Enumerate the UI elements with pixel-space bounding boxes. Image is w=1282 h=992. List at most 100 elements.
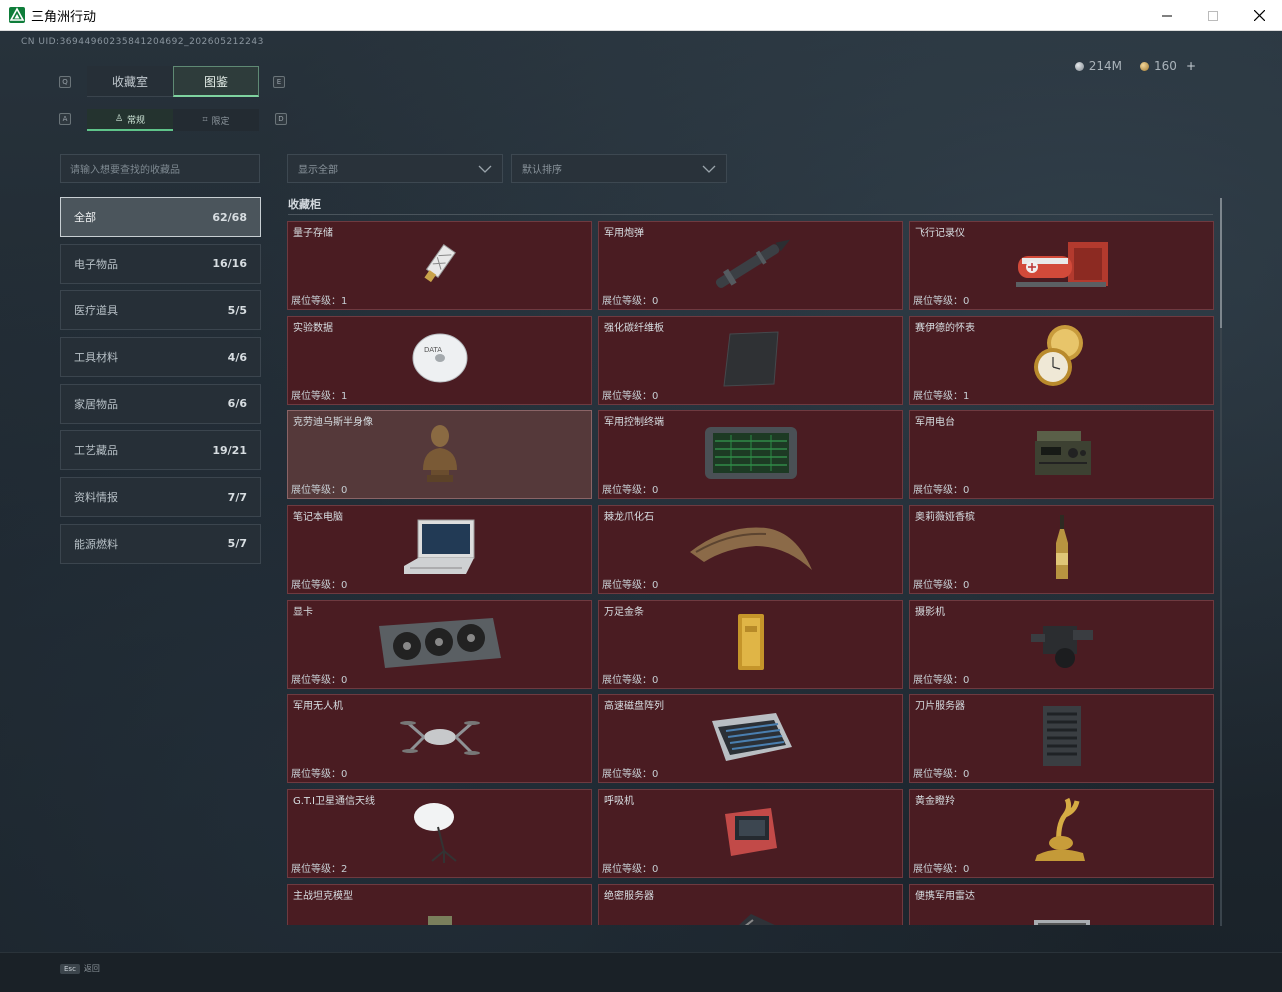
category-household[interactable]: 家居物品 6/6	[60, 383, 261, 424]
display-level: 展位等级：0	[602, 296, 659, 307]
subtab-regular[interactable]: ♙ 常规	[87, 109, 173, 131]
drone-icon	[399, 707, 480, 771]
subtab-limited[interactable]: ⌗ 限定	[173, 109, 259, 131]
carbon-plate-icon	[716, 328, 786, 392]
game-area: CN UID:369449602358412046​92_20260521224…	[0, 31, 1282, 992]
category-count: 19/21	[212, 443, 247, 457]
tab-collection-room[interactable]: 收藏室	[87, 66, 173, 97]
collection-card[interactable]: 摄影机 展位等级：0	[909, 599, 1214, 689]
add-currency-button[interactable]: +	[1186, 59, 1196, 73]
item-name: 军用电台	[915, 417, 955, 429]
silver-amount: 214M	[1088, 59, 1123, 73]
section-title: 收藏柜	[288, 198, 321, 211]
svg-text:DATA: DATA	[424, 346, 442, 354]
category-label: 工艺藏品	[74, 444, 118, 458]
collection-card[interactable]: 刀片服务器 展位等级：0	[909, 694, 1214, 784]
gpu-icon	[375, 612, 505, 676]
esc-key: Esc	[60, 963, 80, 974]
radio-icon	[1027, 423, 1097, 487]
display-level: 展位等级：0	[602, 390, 659, 402]
back-button[interactable]: Esc 返回	[60, 963, 100, 974]
category-intel[interactable]: 资料情报 7/7	[60, 477, 261, 518]
collection-card[interactable]: 显卡 展位等级：0	[287, 599, 592, 689]
collection-card[interactable]: 黄金瞪羚 展位等级：0	[909, 789, 1214, 879]
item-name: 克劳迪乌斯半身像	[293, 417, 373, 429]
collection-card[interactable]: 赛伊德的怀表 展位等级：1	[909, 315, 1214, 405]
filter-dropdown-value: 显示全部	[298, 165, 338, 176]
window-titlebar: 三角洲行动	[0, 0, 1282, 31]
display-level: 展位等级：0	[913, 769, 970, 781]
collection-card[interactable]: 笔记本电脑展位等级：0	[287, 505, 592, 595]
satellite-dish-icon	[410, 797, 470, 871]
category-medical[interactable]: 医疗道具 5/5	[60, 290, 261, 331]
collection-card[interactable]: 实验数据 DATA 展位等级：1	[287, 315, 592, 405]
display-level: 展位等级：0	[602, 674, 659, 686]
limited-icon: ⌗	[202, 115, 208, 125]
collection-card[interactable]: 主战坦克模型	[287, 883, 592, 925]
chevron-down-icon	[478, 165, 492, 173]
champagne-icon	[1050, 513, 1074, 587]
back-label: 返回	[83, 964, 100, 973]
category-energy[interactable]: 能源燃料 5/7	[60, 523, 261, 564]
sub-tabs: ♙ 常规 ⌗ 限定	[87, 109, 259, 131]
collection-card[interactable]: 量子存储 展位等级：1	[287, 221, 592, 310]
collection-card[interactable]: 便携军用雷达	[909, 883, 1214, 925]
category-count: 6/6	[227, 397, 247, 411]
claw-fossil-icon	[686, 518, 816, 582]
filter-dropdown[interactable]: 显示全部	[287, 154, 503, 183]
item-name: 飞行记录仪	[915, 228, 965, 239]
collection-grid: 量子存储 展位等级：1 军用炮弹 展位等级：0 飞行记录仪 展位等级：0 实验数据 DATA 展…	[287, 221, 1215, 925]
item-name: 绝密服务器	[604, 890, 654, 902]
collection-card[interactable]: 军用炮弹 展位等级：0	[598, 221, 903, 310]
close-button[interactable]	[1236, 0, 1282, 31]
scrollbar-thumb[interactable]	[1220, 198, 1222, 328]
minimize-button[interactable]	[1144, 0, 1190, 31]
maximize-button[interactable]	[1190, 0, 1236, 31]
display-level: 展位等级：2	[291, 864, 348, 876]
collection-card[interactable]: 高速磁盘阵列 展位等级：0	[598, 694, 903, 784]
collection-card[interactable]: 棘龙爪化石 展位等级：0	[598, 505, 903, 595]
category-label: 资料情报	[74, 491, 118, 505]
bust-icon	[415, 418, 465, 492]
main-tabs: 收藏室 图鉴	[87, 66, 259, 97]
gold-amount: 160	[1154, 59, 1177, 73]
gold-gazelle-icon	[1027, 797, 1097, 871]
collection-card[interactable]: 军用控制终端 展位等级：0	[598, 410, 903, 500]
category-electronics[interactable]: 电子物品 16/16	[60, 243, 261, 284]
category-all[interactable]: 全部 62/68	[60, 197, 261, 237]
category-count: 4/6	[227, 350, 247, 364]
key-hint-d: D	[275, 113, 287, 125]
key-hint-a: A	[59, 113, 71, 125]
section-divider	[288, 214, 1213, 215]
collection-card[interactable]: 飞行记录仪 展位等级：0	[909, 221, 1214, 310]
category-label: 工具材料	[74, 351, 118, 365]
item-name: 奥莉薇娅香槟	[915, 512, 975, 524]
display-level: 展位等级：0	[913, 864, 970, 876]
item-name: 实验数据	[293, 322, 333, 334]
category-count: 5/7	[227, 537, 247, 551]
collection-card[interactable]: 克劳迪乌斯半身像 展位等级：0	[287, 410, 592, 500]
collection-card[interactable]: 奥莉薇娅香槟 展位等级：0	[909, 505, 1214, 595]
tab-catalog[interactable]: 图鉴	[173, 66, 259, 97]
collection-card[interactable]: 军用电台 展位等级：0	[909, 410, 1214, 500]
key-hint-q: Q	[59, 76, 71, 88]
gold-currency[interactable]: 160 +	[1140, 59, 1196, 73]
display-level: 展位等级：0	[291, 580, 348, 592]
flight-recorder-icon	[1012, 234, 1112, 298]
display-level: 展位等级：0	[602, 864, 659, 876]
collection-card[interactable]: 强化碳纤维板 展位等级：0	[598, 315, 903, 405]
laptop-icon	[400, 516, 480, 584]
radar-icon	[1030, 906, 1094, 925]
category-label: 医疗道具	[74, 304, 118, 318]
display-level: 展位等级：0	[291, 485, 348, 497]
collection-card[interactable]: 军用无人机 展位等级：0	[287, 694, 592, 784]
collection-card[interactable]: 呼吸机 展位等级：0	[598, 789, 903, 879]
category-tools[interactable]: 工具材料 4/6	[60, 337, 261, 378]
collection-card[interactable]: 万足金条 展位等级：0	[598, 599, 903, 689]
sort-dropdown[interactable]: 默认排序	[511, 154, 727, 183]
category-crafts[interactable]: 工艺藏品 19/21	[60, 430, 261, 471]
item-name: 笔记本电脑	[293, 512, 343, 524]
search-input[interactable]: 请输入想要查找的收藏品	[60, 154, 260, 183]
collection-card[interactable]: 绝密服务器	[598, 883, 903, 925]
collection-card[interactable]: G.T.I卫星通信天线 展位等级：2	[287, 789, 592, 879]
